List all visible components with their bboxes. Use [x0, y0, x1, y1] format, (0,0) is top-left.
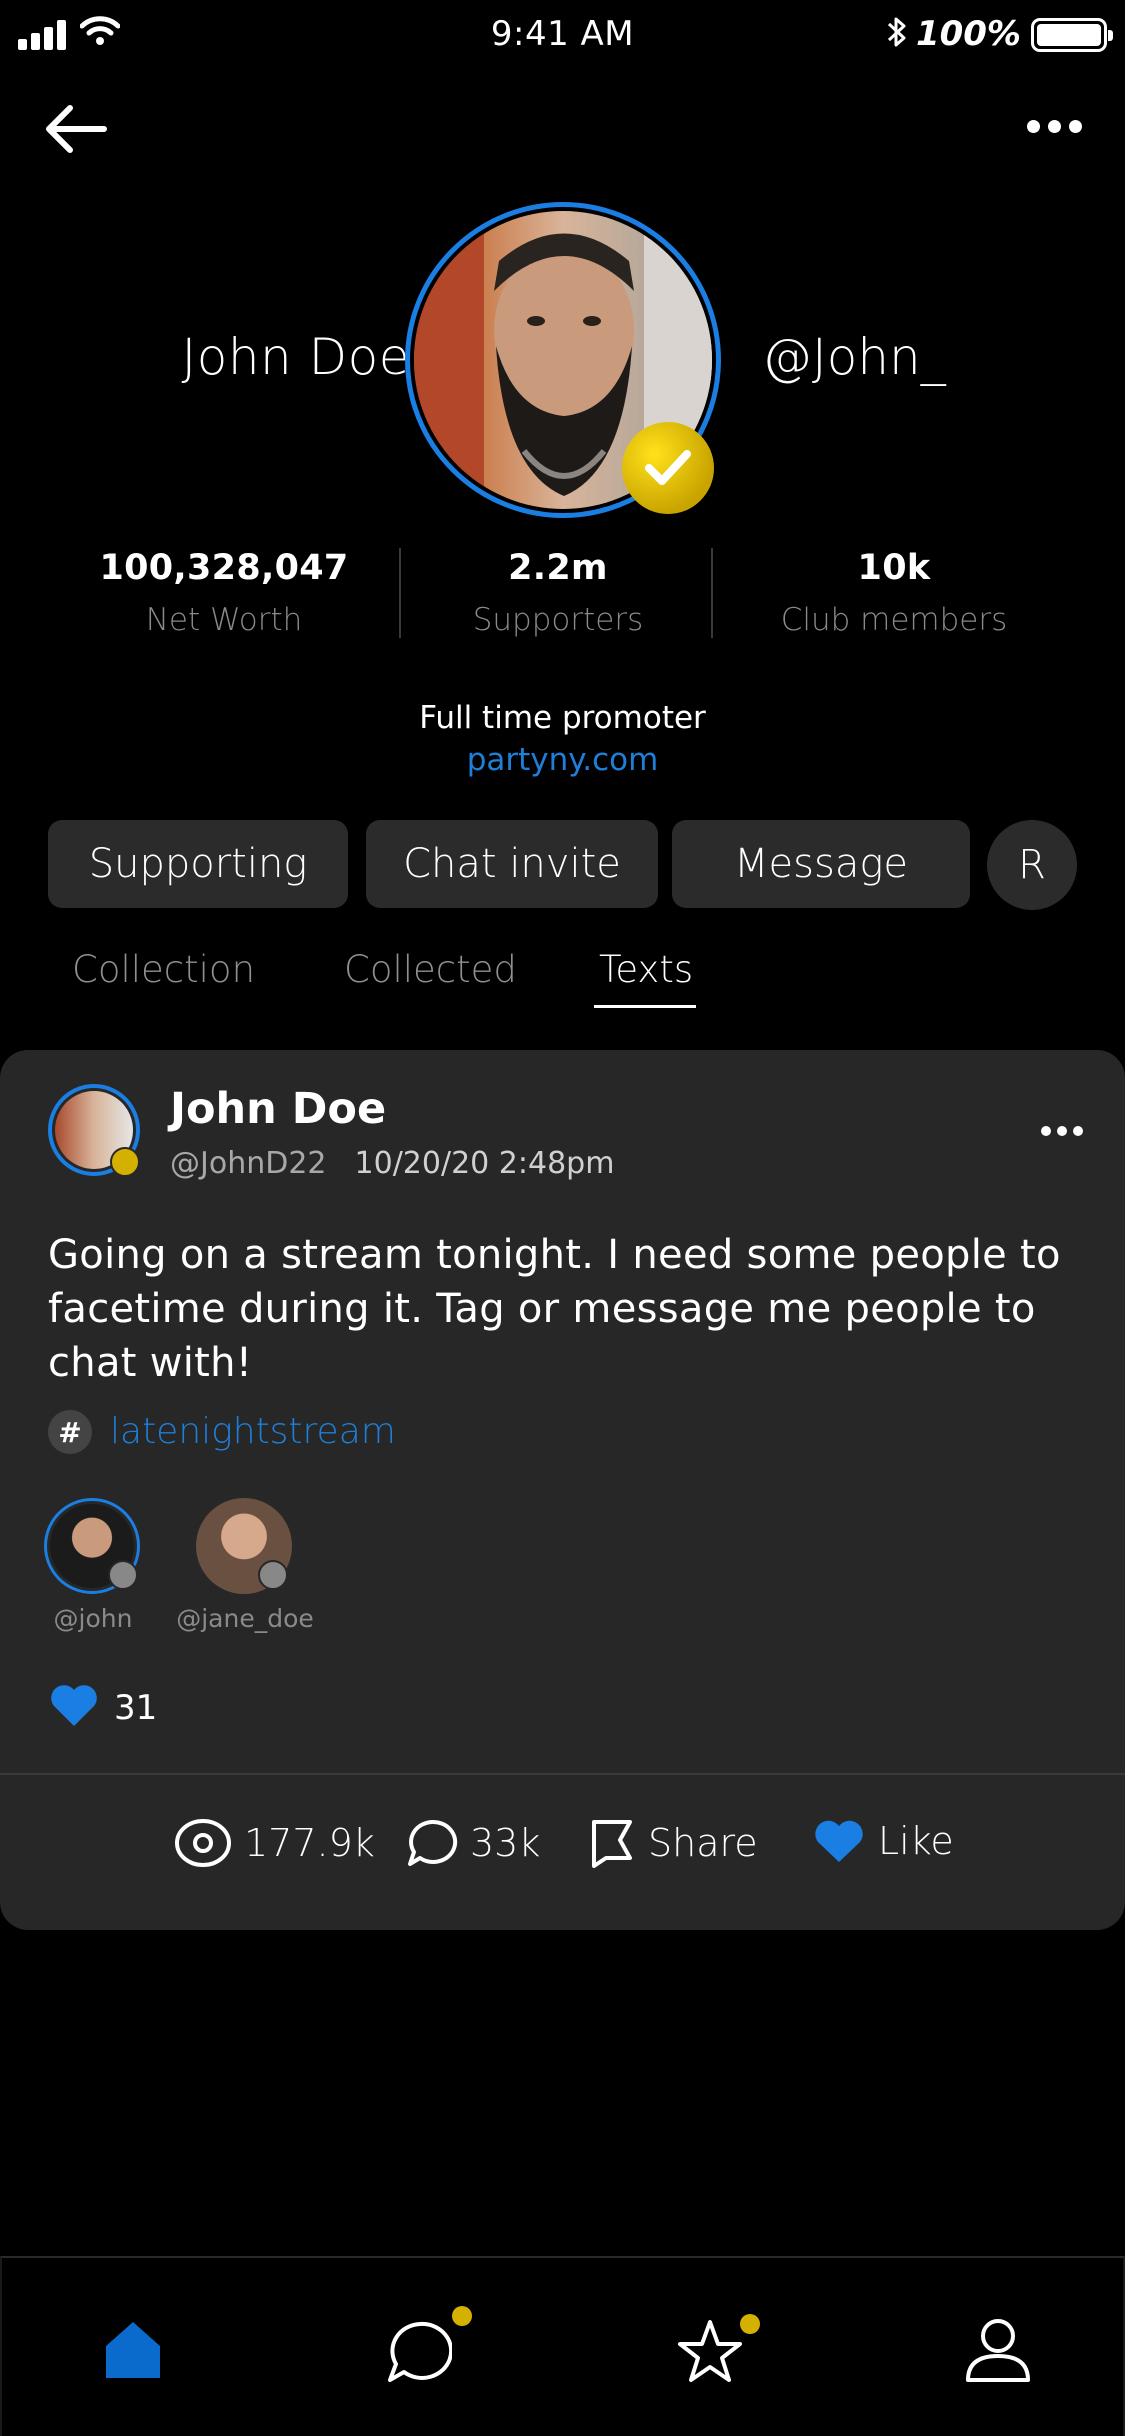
tab-texts[interactable]: Texts [599, 948, 693, 991]
share-button[interactable]: Share [590, 1818, 758, 1868]
stat-label: Supporters [472, 602, 644, 638]
hashtag-icon: # [48, 1410, 92, 1454]
notification-dot [740, 2314, 760, 2334]
post-card [0, 1050, 1125, 1930]
stat-divider [711, 548, 713, 638]
chat-icon[interactable] [386, 2320, 452, 2384]
r-button[interactable]: R [987, 820, 1077, 910]
comment-count: 33k [470, 1821, 541, 1865]
stat-divider [399, 548, 401, 638]
post-meta: @JohnD22 10/20/20 2:48pm [170, 1146, 614, 1181]
profile-bio: Full time promoter [419, 700, 706, 736]
like-button[interactable]: Like [812, 1818, 954, 1864]
star-icon[interactable] [676, 2318, 744, 2384]
chat-invite-button[interactable]: Chat invite [366, 820, 658, 908]
check-icon [108, 1560, 138, 1590]
share-icon [592, 1820, 632, 1868]
tagged-user-handle[interactable]: @jane_doe [170, 1604, 320, 1633]
battery-percent: 100% [915, 14, 1021, 54]
eye-icon [175, 1819, 231, 1867]
stat-value: 100,328,047 [99, 548, 349, 588]
stat-club-members[interactable]: 10k Club members [760, 548, 1028, 638]
notification-dot [452, 2306, 472, 2326]
tagged-user-handle[interactable]: @john [40, 1604, 146, 1633]
tab-collection[interactable]: Collection [72, 948, 255, 991]
back-arrow-icon[interactable] [44, 104, 108, 154]
bottom-nav [0, 2256, 1125, 2436]
more-options-icon[interactable] [1027, 120, 1083, 142]
post-text: Going on a stream tonight. I need some p… [48, 1232, 1061, 1386]
profile-icon[interactable] [964, 2316, 1032, 2384]
stat-net-worth: 100,328,047 Net Worth [94, 548, 354, 638]
stat-value: 10k [857, 548, 931, 588]
like-label: Like [878, 1819, 954, 1863]
check-icon [258, 1560, 288, 1590]
post-author-name[interactable]: John Doe [170, 1084, 386, 1134]
profile-link[interactable]: partyny.com [0, 742, 1125, 778]
comment-button[interactable]: 33k [406, 1818, 540, 1868]
profile-name: John Doe [181, 328, 410, 386]
stat-label: Net Worth [145, 602, 303, 638]
comment-icon [408, 1819, 458, 1866]
active-tab-indicator [594, 1005, 696, 1008]
bluetooth-icon [887, 17, 906, 47]
heart-icon [815, 1820, 863, 1862]
share-label: Share [648, 1821, 758, 1865]
verified-badge-icon [110, 1147, 140, 1177]
battery-icon [1031, 18, 1113, 52]
heart-icon[interactable] [48, 1682, 100, 1728]
profile-handle: @John_ [762, 328, 946, 386]
card-divider [0, 1773, 1125, 1775]
post-datetime: 10/20/20 2:48pm [354, 1146, 615, 1181]
stat-supporters[interactable]: 2.2m Supporters [430, 548, 686, 638]
post-author-handle: @JohnD22 [170, 1146, 327, 1181]
home-icon[interactable] [104, 2320, 162, 2380]
status-bar: 9:41 AM 100% [0, 0, 1125, 70]
like-count: 31 [114, 1688, 158, 1728]
verified-badge-icon [622, 422, 714, 514]
supporting-button[interactable]: Supporting [48, 820, 348, 908]
post-more-icon[interactable] [1041, 1126, 1083, 1136]
post-hashtag[interactable]: latenightstream [110, 1411, 396, 1452]
stat-value: 2.2m [508, 548, 608, 588]
stat-label: Club members [780, 602, 1008, 638]
tab-collected[interactable]: Collected [344, 948, 517, 991]
message-button[interactable]: Message [672, 820, 970, 908]
views-count: 177.9k [244, 1821, 375, 1865]
views-stat: 177.9k [174, 1818, 375, 1868]
profile-stats: 100,328,047 Net Worth 2.2m Supporters 10… [0, 548, 1125, 638]
